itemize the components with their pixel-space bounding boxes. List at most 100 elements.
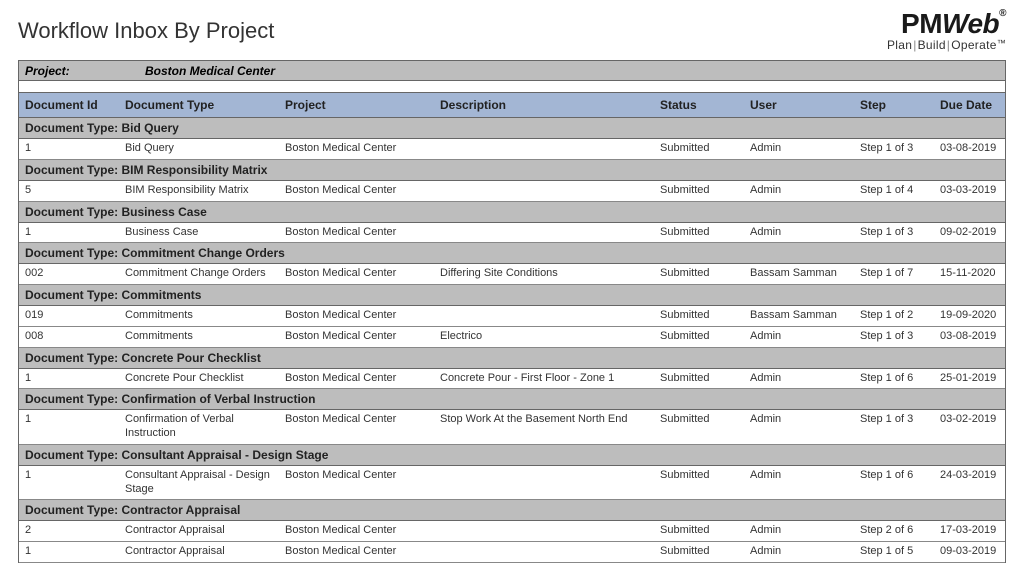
cell-step: Step 1 of 6 [854,369,934,389]
table-row: 1Contractor AppraisalBoston Medical Cent… [19,542,1005,563]
table-row: 1Bid QueryBoston Medical CenterSubmitted… [19,139,1005,160]
cell-document-type: Contractor Appraisal [119,542,279,562]
cell-user: Admin [744,327,854,347]
cell-document-type: Business Case [119,223,279,243]
cell-status: Submitted [654,306,744,326]
cell-status: Submitted [654,542,744,562]
table-row: 019CommitmentsBoston Medical CenterSubmi… [19,306,1005,327]
cell-step: Step 1 of 3 [854,327,934,347]
cell-document-type: Concrete Pour Checklist [119,369,279,389]
logo-tag-operate: Operate [951,38,996,52]
cell-status: Submitted [654,264,744,284]
table-row: 1Confirmation of Verbal InstructionBosto… [19,410,1005,445]
cell-document-id: 1 [19,542,119,562]
cell-project: Boston Medical Center [279,223,434,243]
cell-document-id: 2 [19,521,119,541]
group-header: Document Type: Bid Query [19,118,1005,139]
project-value: Boston Medical Center [145,64,275,78]
cell-user: Admin [744,542,854,562]
cell-document-type: Confirmation of Verbal Instruction [119,410,279,444]
cell-project: Boston Medical Center [279,521,434,541]
cell-step: Step 1 of 2 [854,306,934,326]
cell-document-id: 1 [19,410,119,444]
table-row: 1Consultant Appraisal - Design StageBost… [19,466,1005,501]
cell-user: Bassam Samman [744,306,854,326]
cell-status: Submitted [654,139,744,159]
col-status: Status [654,93,744,117]
cell-description: Stop Work At the Basement North End [434,410,654,444]
cell-description [434,542,654,562]
cell-step: Step 1 of 4 [854,181,934,201]
col-project: Project [279,93,434,117]
group-header: Document Type: Concrete Pour Checklist [19,348,1005,369]
cell-project: Boston Medical Center [279,264,434,284]
cell-project: Boston Medical Center [279,369,434,389]
logo-eb: eb [967,8,999,39]
spacer-row [19,81,1005,93]
cell-due-date: 03-03-2019 [934,181,1024,201]
logo-pm: PM [901,8,942,39]
project-bar: Project: Boston Medical Center [19,61,1005,81]
group-header: Document Type: Commitment Change Orders [19,243,1005,264]
project-label: Project: [25,64,145,78]
cell-document-id: 1 [19,466,119,500]
cell-due-date: 09-02-2019 [934,223,1024,243]
cell-step: Step 1 of 3 [854,139,934,159]
cell-status: Submitted [654,466,744,500]
cell-description: Electrico [434,327,654,347]
cell-description [434,306,654,326]
cell-document-type: Contractor Appraisal [119,521,279,541]
col-document-type: Document Type [119,93,279,117]
logo-w: W [942,8,967,39]
cell-document-id: 1 [19,369,119,389]
col-user: User [744,93,854,117]
table-row: 1Concrete Pour ChecklistBoston Medical C… [19,369,1005,390]
cell-user: Bassam Samman [744,264,854,284]
cell-project: Boston Medical Center [279,306,434,326]
col-document-id: Document Id [19,93,119,117]
group-header: Document Type: Confirmation of Verbal In… [19,389,1005,410]
cell-document-id: 5 [19,181,119,201]
cell-document-type: Commitments [119,327,279,347]
cell-project: Boston Medical Center [279,327,434,347]
logo-tag-plan: Plan [887,38,912,52]
cell-due-date: 03-08-2019 [934,327,1024,347]
cell-document-type: BIM Responsibility Matrix [119,181,279,201]
cell-status: Submitted [654,327,744,347]
group-header: Document Type: BIM Responsibility Matrix [19,160,1005,181]
cell-user: Admin [744,521,854,541]
cell-step: Step 1 of 7 [854,264,934,284]
cell-document-id: 002 [19,264,119,284]
col-due-date: Due Date [934,93,1024,117]
cell-due-date: 09-03-2019 [934,542,1024,562]
cell-description [434,139,654,159]
logo-tag-build: Build [918,38,946,52]
cell-user: Admin [744,139,854,159]
cell-status: Submitted [654,410,744,444]
cell-user: Admin [744,181,854,201]
cell-description [434,223,654,243]
cell-status: Submitted [654,181,744,201]
group-header: Document Type: Business Case [19,202,1005,223]
cell-status: Submitted [654,521,744,541]
cell-description: Concrete Pour - First Floor - Zone 1 [434,369,654,389]
cell-description: Differing Site Conditions [434,264,654,284]
cell-due-date: 17-03-2019 [934,521,1024,541]
cell-document-id: 1 [19,223,119,243]
cell-step: Step 2 of 6 [854,521,934,541]
group-header: Document Type: Consultant Appraisal - De… [19,445,1005,466]
cell-document-id: 019 [19,306,119,326]
group-header: Document Type: Commitments [19,285,1005,306]
cell-due-date: 24-03-2019 [934,466,1024,500]
brand-logo: PMWeb® Plan|Build|Operate™ [887,8,1006,52]
cell-document-type: Bid Query [119,139,279,159]
cell-user: Admin [744,369,854,389]
cell-project: Boston Medical Center [279,181,434,201]
cell-step: Step 1 of 5 [854,542,934,562]
cell-document-type: Commitment Change Orders [119,264,279,284]
column-headers: Document Id Document Type Project Descri… [19,93,1005,118]
cell-due-date: 25-01-2019 [934,369,1024,389]
cell-due-date: 03-02-2019 [934,410,1024,444]
cell-step: Step 1 of 6 [854,466,934,500]
cell-document-id: 008 [19,327,119,347]
